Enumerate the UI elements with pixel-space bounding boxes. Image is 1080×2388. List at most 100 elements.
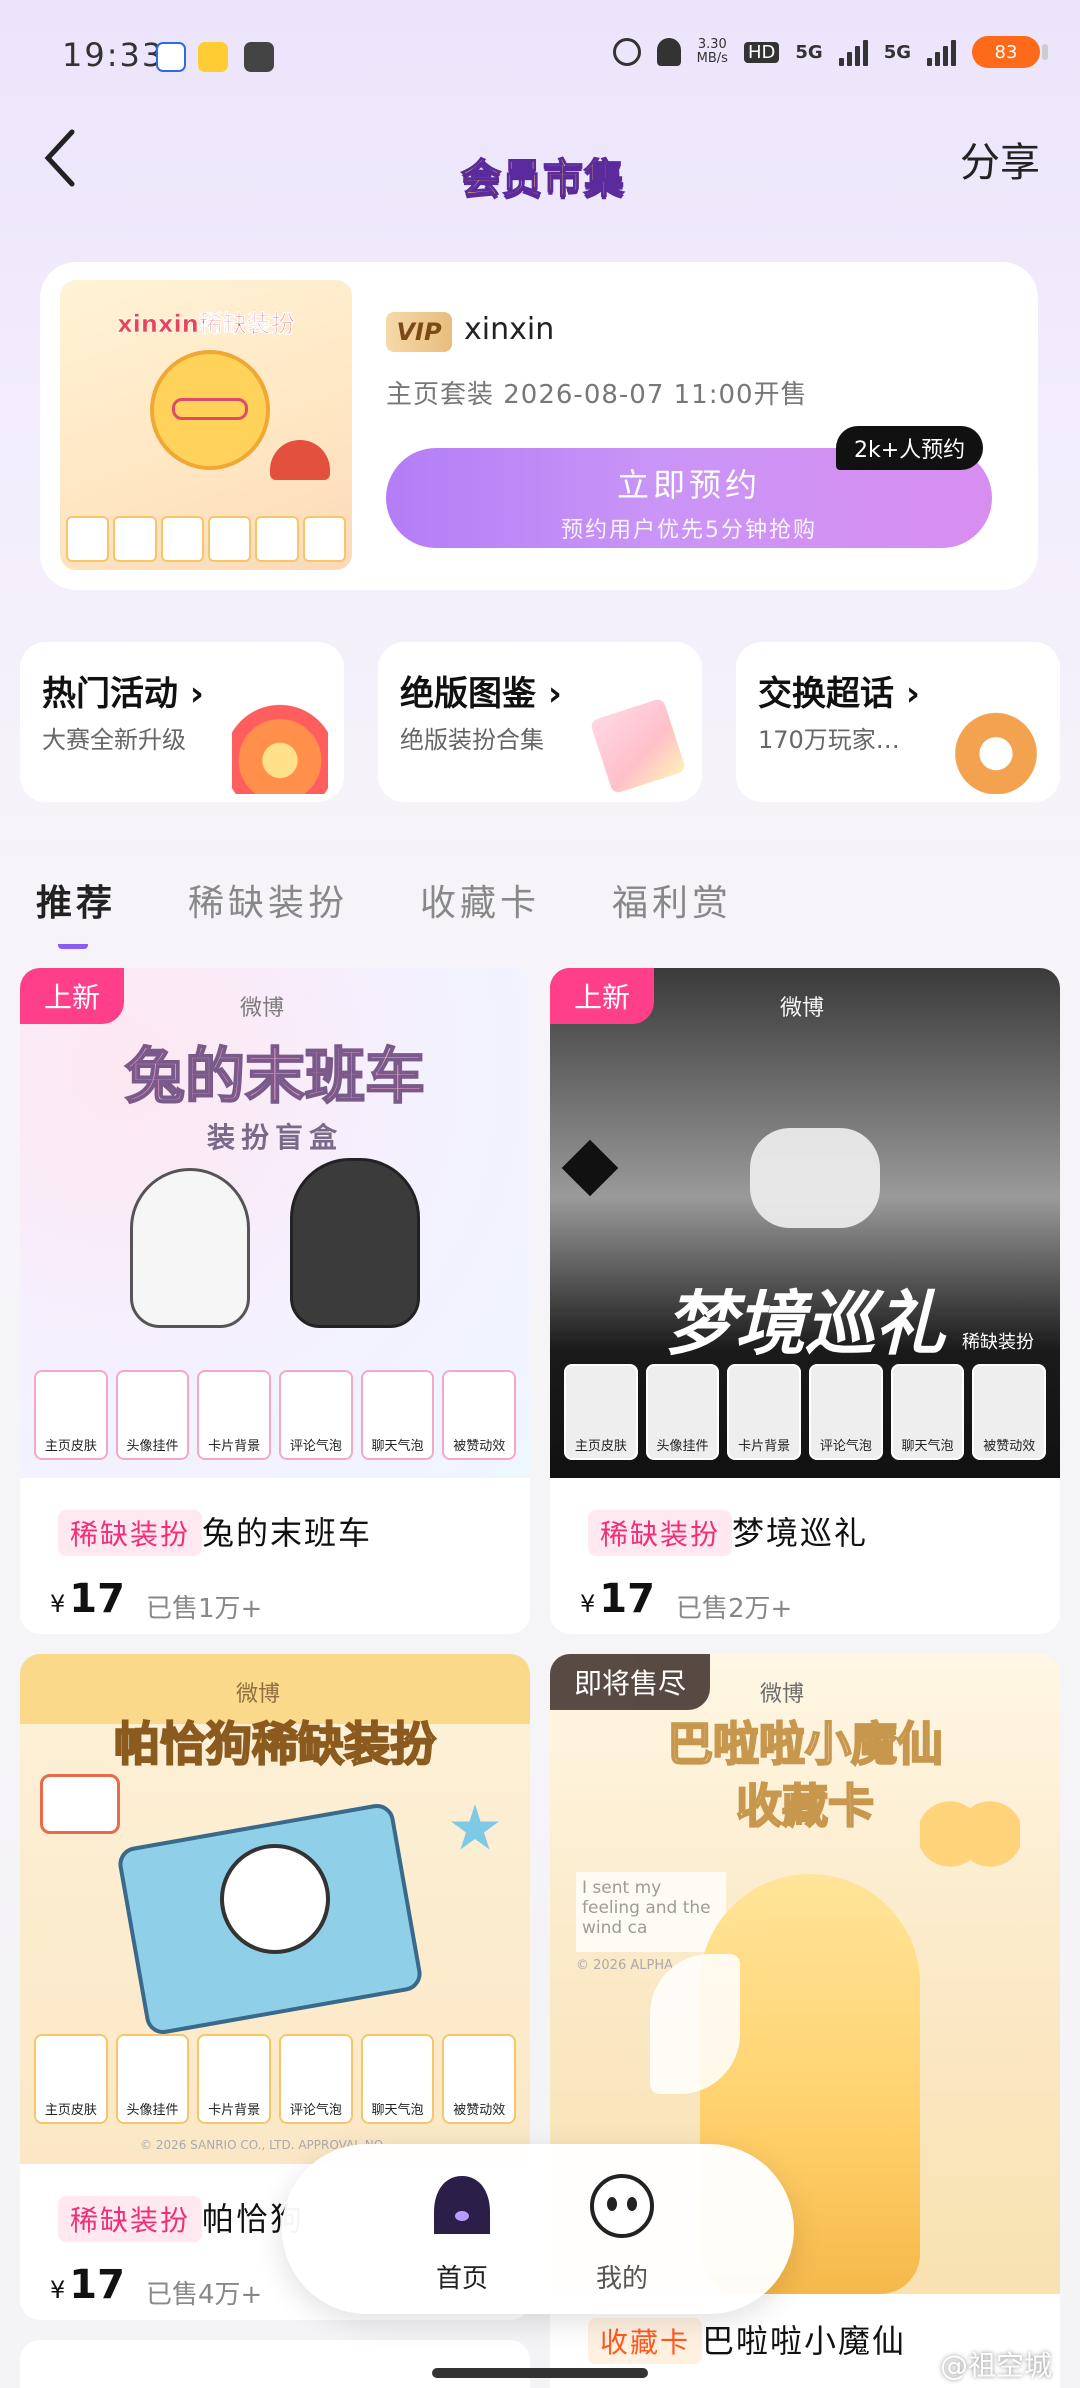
bunny-pink-figure [130,1168,250,1328]
copyright-text: © 2026 ALPHA [576,1958,673,1973]
entry-cards: 热门活动 › 大赛全新升级 绝版图鉴 › 绝版装扮合集 交换超话 › 170万玩… [20,642,1060,802]
nav-home-label: 首页 [435,2264,488,2294]
thumb-item: 聊天气泡 [890,1364,965,1460]
product-price: ¥17 [50,2262,125,2308]
net-speed-unit: MB/s [696,51,728,66]
share-button[interactable]: 分享 [960,130,1040,188]
tab-collect-cards[interactable]: 收藏卡 [420,874,540,944]
home-indicator[interactable] [432,2368,648,2378]
entry-desc: 大赛全新升级 [42,726,186,754]
signal-2-bars-icon [927,38,956,66]
art-title: 兔的末班车 [124,1041,426,1113]
nav-mine-label: 我的 [595,2264,648,2294]
category-label: 稀缺装扮 [58,1510,203,1556]
reservation-count-badge: 2k+人预约 [836,426,984,470]
thumb-item: 聊天气泡 [360,1370,435,1460]
thumb-item: 聊天气泡 [360,2034,435,2124]
product-name: 巴啦啦小魔仙 [702,2322,907,2360]
poster-thumb-strip [66,516,346,562]
status-time: 19:33 [62,36,165,74]
butterfly-icon [920,1794,1020,1874]
signal-2-label: 5G [883,41,911,63]
poster-mushroom [270,440,330,480]
nav-home[interactable]: 首页 [392,2172,532,2295]
entry-hot-activities[interactable]: 热门活动 › 大赛全新升级 [20,642,344,802]
thumb-item: 被赞动效 [442,1370,517,1460]
market-logo: 会员市集 [460,155,625,203]
entry-desc: 绝版装扮合集 [400,726,544,754]
white-horse-figure [750,1128,880,1228]
product-name: 梦境巡礼 [732,1514,869,1552]
pochacco-figure [220,1844,330,1954]
art-title: 巴啦啦小魔仙 [666,1716,944,1772]
profile-face-icon [590,2174,654,2238]
thumb-item: 头像挂件 [645,1364,720,1460]
sold-count: 已售2万+ [676,1594,793,1624]
entry-title: 热门活动 › [42,674,204,714]
next-card-peek [20,2340,530,2388]
product-card[interactable]: 上新 微博 梦境巡礼 稀缺装扮 主页皮肤 头像挂件 卡片背景 评论气泡 聊天气泡… [550,968,1060,1634]
price-value: 17 [69,2262,125,2308]
category-label: 稀缺装扮 [588,1510,733,1556]
category-label: 稀缺装扮 [58,2196,203,2242]
art-subtitle: 装扮盲盒 [206,1121,343,1154]
star-icon [451,1804,499,1850]
book-icon [589,697,687,795]
product-name: 兔的末班车 [202,1514,373,1552]
reservation-card[interactable]: xinxin稀缺装扮 VIP xinxin 主页套装 2026-08-07 11… [40,262,1038,590]
product-price: ¥17 [50,1576,125,1622]
watermark-text: @祖空城 [939,2349,1052,2382]
net-speed-value: 3.30 [697,37,727,52]
tab-recommend[interactable]: 推荐 [36,874,116,949]
mute-bell-icon [656,38,681,66]
back-button[interactable] [30,128,90,188]
hd-badge: HD [743,41,780,63]
nav-mine[interactable]: 我的 [552,2172,692,2295]
chevron-left-icon [44,129,75,187]
tv-icon [40,1774,120,1834]
product-card[interactable]: 上新 微博 兔的末班车 装扮盲盒 主页皮肤 头像挂件 卡片背景 评论气泡 聊天气… [20,968,530,1634]
gallery-app-icon [244,42,274,72]
entry-exchange-supertopic[interactable]: 交换超话 › 170万玩家… [736,642,1060,802]
new-tag: 上新 [20,968,125,1024]
currency-symbol: ¥ [50,1590,66,1618]
art-subtitle: 稀缺装扮 [962,1332,1034,1353]
reserve-button-sub: 预约用户优先5分钟抢购 [561,518,817,543]
sold-count: 已售4万+ [146,2280,263,2310]
reservation-poster[interactable]: xinxin稀缺装扮 [60,280,352,570]
product-info: 稀缺装扮 兔的末班车 ¥17 已售1万+ [20,1478,530,1634]
art-title: 帕恰狗稀缺装扮 [113,1716,437,1772]
entry-out-of-print[interactable]: 绝版图鉴 › 绝版装扮合集 [378,642,702,802]
thumb-item: 头像挂件 [115,2034,190,2124]
thumb-item: 被赞动效 [972,1364,1047,1460]
tab-rare-outfits[interactable]: 稀缺装扮 [188,874,348,944]
product-info: 稀缺装扮 梦境巡礼 ¥17 已售2万+ [550,1478,1060,1634]
weibo-label: 微博 [760,1682,805,1707]
baidu-app-icon [156,42,186,72]
weibo-label: 微博 [236,1682,281,1707]
sold-out-soon-tag: 即将售尽 [550,1654,711,1710]
category-label: 收藏卡 [588,2318,703,2364]
reservation-name: xinxin [464,312,555,347]
thumb-item: 头像挂件 [115,1370,190,1460]
alarm-icon [612,38,641,66]
star-sparkle-icon [561,1139,619,1197]
currency-symbol: ¥ [580,1590,596,1618]
weibo-label: 微博 [240,996,285,1021]
text-card: I sent my feeling and the wind ca [576,1872,726,1952]
tab-welfare[interactable]: 福利赏 [612,874,732,944]
thumb-item: 评论气泡 [279,2034,353,2124]
weibo-label: 微博 [780,996,825,1021]
thumb-strip: 主页皮肤 头像挂件 卡片背景 评论气泡 聊天气泡 被赞动效 [34,2034,517,2124]
corgi-icon [948,698,1044,794]
thumb-item: 卡片背景 [197,2034,272,2124]
sold-count: 已售1万+ [146,1594,263,1624]
thumb-item: 评论气泡 [279,1370,353,1460]
entry-title: 绝版图鉴 › [400,674,562,714]
thumb-item: 被赞动效 [442,2034,517,2124]
home-icon [434,2176,490,2234]
poster-glasses [172,398,248,420]
bottom-nav: 首页 我的 [282,2144,794,2314]
thumb-item: 主页皮肤 [34,1370,108,1460]
product-image: 微博 帕恰狗稀缺装扮 主页皮肤 头像挂件 卡片背景 评论气泡 聊天气泡 被赞动效… [20,1654,530,2164]
